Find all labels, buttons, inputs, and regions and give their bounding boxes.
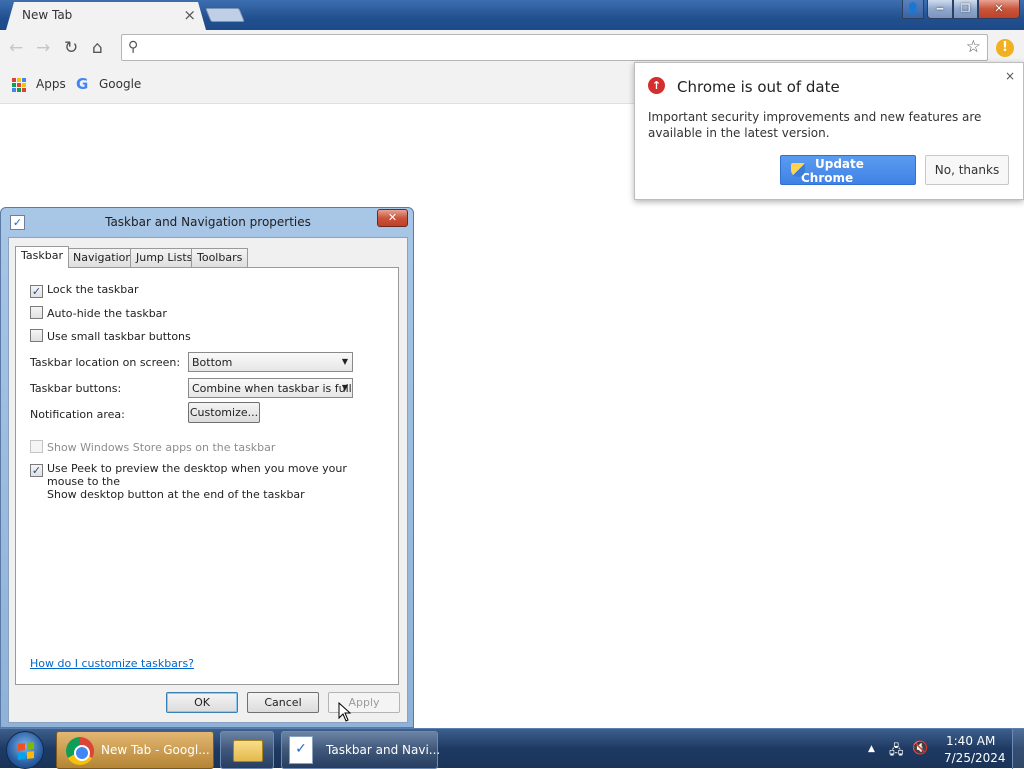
folder-icon: [233, 740, 263, 762]
taskbar-tab-panel: ✓ Lock the taskbar Auto-hide the taskbar …: [15, 267, 399, 685]
back-icon[interactable]: ←: [9, 38, 23, 58]
show-desktop-button[interactable]: [1012, 729, 1024, 769]
browser-toolbar: ← → ↻ ⌂ ⚲ ☆ !: [0, 30, 1024, 66]
update-alert-icon[interactable]: !: [996, 39, 1014, 57]
home-icon[interactable]: ⌂: [92, 38, 103, 58]
browser-titlebar: New Tab × 👤 ‒ ❐ ✕: [0, 0, 1024, 30]
bookmark-apps[interactable]: Apps: [36, 77, 66, 91]
peek-checkbox[interactable]: ✓: [30, 464, 43, 477]
google-g-icon: G: [76, 75, 89, 93]
customize-button[interactable]: Customize...: [188, 402, 260, 423]
bubble-body: Important security improvements and new …: [648, 110, 982, 140]
volume-muted-icon[interactable]: 🔇: [912, 741, 928, 756]
help-link[interactable]: How do I customize taskbars?: [30, 657, 194, 670]
auto-hide-checkbox[interactable]: [30, 306, 43, 319]
tab-jump-lists[interactable]: Jump Lists: [130, 248, 199, 267]
mouse-cursor-icon: [338, 702, 352, 722]
small-buttons-checkbox[interactable]: [30, 329, 43, 342]
taskbar-properties-dialog: ✓ Taskbar and Navigation properties ✕ Ta…: [0, 207, 414, 728]
taskbar-item-explorer[interactable]: [220, 731, 274, 769]
new-tab-button[interactable]: [205, 8, 245, 22]
clock-time[interactable]: 1:40 AM: [946, 734, 995, 748]
tab-close-icon[interactable]: ×: [183, 6, 196, 24]
taskbar-item-chrome[interactable]: New Tab - Googl...: [56, 731, 214, 769]
tab-new-tab[interactable]: New Tab ×: [6, 2, 206, 30]
omnibox[interactable]: ⚲ ☆: [121, 34, 988, 61]
buttons-label: Taskbar buttons:: [30, 382, 122, 395]
apps-grid-icon[interactable]: [12, 78, 26, 92]
taskbar-buttons-value: Combine when taskbar is full: [192, 382, 352, 395]
bookmark-star-icon[interactable]: ☆: [966, 37, 981, 57]
location-value: Bottom: [192, 356, 233, 369]
tab-title: New Tab: [22, 8, 73, 22]
minimize-button[interactable]: ‒: [927, 0, 953, 19]
ok-button[interactable]: OK: [166, 692, 238, 713]
tray-overflow-icon[interactable]: ▲: [868, 744, 875, 754]
peek-label: Use Peek to preview the desktop when you…: [47, 462, 347, 488]
chrome-icon: [66, 737, 94, 765]
start-button[interactable]: [6, 731, 44, 769]
bubble-title: Chrome is out of date: [677, 78, 840, 96]
small-buttons-row[interactable]: Use small taskbar buttons: [30, 329, 191, 343]
auto-hide-label: Auto-hide the taskbar: [47, 307, 167, 320]
taskbar-item-chrome-label: New Tab - Googl...: [101, 743, 210, 757]
bubble-close-icon[interactable]: ×: [1005, 69, 1015, 83]
update-chrome-label: Update Chrome: [801, 157, 864, 185]
update-bubble: ↑ Chrome is out of date × Important secu…: [634, 62, 1024, 200]
tab-toolbars[interactable]: Toolbars: [191, 248, 249, 267]
uac-shield-icon: [791, 163, 805, 177]
windows-taskbar: New Tab - Googl... ✓ Taskbar and Navi...…: [0, 728, 1024, 769]
taskbar-item-properties[interactable]: ✓ Taskbar and Navi...: [281, 731, 441, 769]
lock-taskbar-checkbox[interactable]: ✓: [30, 285, 43, 298]
update-arrow-icon: ↑: [648, 77, 665, 94]
store-apps-checkbox: [30, 440, 43, 453]
location-label: Taskbar location on screen:: [30, 356, 181, 369]
small-buttons-label: Use small taskbar buttons: [47, 330, 191, 343]
lock-taskbar-label: Lock the taskbar: [47, 283, 139, 296]
auto-hide-row[interactable]: Auto-hide the taskbar: [30, 306, 167, 320]
dialog-client: Taskbar Navigation Jump Lists Toolbars ✓…: [8, 237, 408, 723]
tab-navigation[interactable]: Navigation: [67, 248, 139, 267]
chevron-down-icon: ▼: [341, 383, 348, 392]
chevron-down-icon: ▼: [341, 357, 348, 366]
lock-taskbar-row[interactable]: ✓ Lock the taskbar: [30, 283, 139, 298]
windows-logo-icon: [18, 742, 34, 760]
clock-date[interactable]: 7/25/2024: [944, 751, 1006, 765]
taskbar-item-properties-label: Taskbar and Navi...: [326, 743, 441, 757]
location-select[interactable]: Bottom ▼: [188, 352, 353, 372]
tab-taskbar[interactable]: Taskbar: [15, 246, 69, 268]
store-apps-label: Show Windows Store apps on the taskbar: [47, 441, 276, 454]
properties-icon: ✓: [289, 736, 313, 764]
dialog-title: Taskbar and Navigation properties: [105, 215, 311, 229]
peek-label-line2: Show desktop button at the end of the ta…: [47, 488, 305, 501]
taskbar-buttons-select[interactable]: Combine when taskbar is full ▼: [188, 378, 353, 398]
forward-icon[interactable]: →: [36, 38, 50, 58]
reload-icon[interactable]: ↻: [64, 38, 78, 58]
cancel-button[interactable]: Cancel: [247, 692, 319, 713]
profile-icon[interactable]: 👤: [902, 0, 924, 19]
store-apps-row: Show Windows Store apps on the taskbar: [30, 440, 275, 454]
peek-row[interactable]: ✓ Use Peek to preview the desktop when y…: [30, 462, 380, 501]
no-thanks-button[interactable]: No, thanks: [925, 155, 1009, 185]
update-chrome-button[interactable]: Update Chrome: [780, 155, 916, 185]
window-close-button[interactable]: ✕: [978, 0, 1020, 19]
notification-label: Notification area:: [30, 408, 125, 421]
dialog-close-button[interactable]: ✕: [377, 209, 408, 227]
network-icon[interactable]: 🖧: [889, 741, 904, 763]
search-icon: ⚲: [128, 39, 139, 55]
maximize-button[interactable]: ❐: [953, 0, 978, 19]
bookmark-google[interactable]: Google: [99, 77, 141, 91]
